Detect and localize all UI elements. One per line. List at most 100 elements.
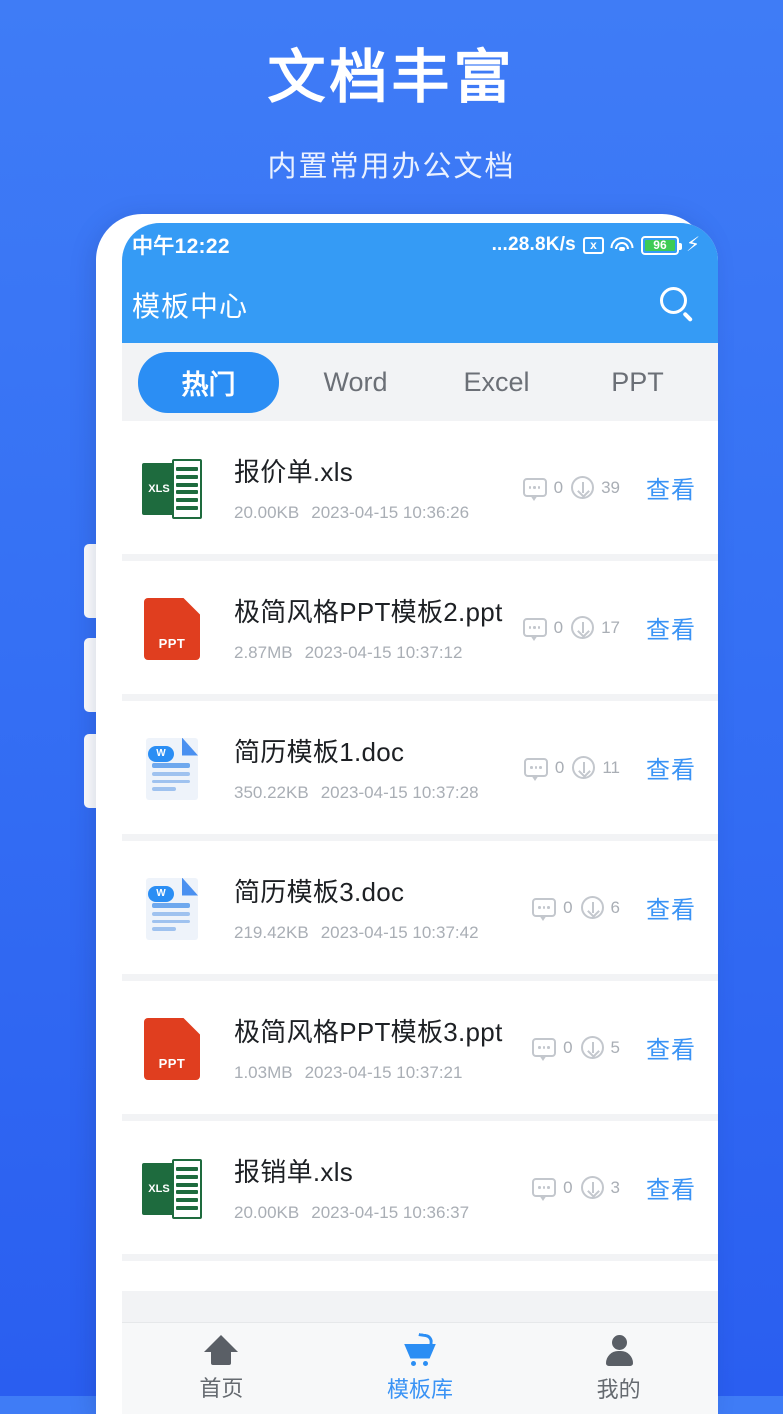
xls-file-icon: XLS <box>136 451 210 525</box>
file-info: 报价单.xls 20.00KB 2023-04-15 10:36:26 <box>210 452 523 523</box>
table-row[interactable]: PPT 极简风格PPT模板2.ppt 2.87MB 2023-04-15 10:… <box>122 561 718 694</box>
comment-stat: 0 <box>522 617 564 641</box>
download-icon <box>580 1176 604 1199</box>
tab-hot[interactable]: 热门 <box>138 351 279 413</box>
file-stats: 0 11 <box>523 756 620 781</box>
file-size: 20.00KB <box>234 1203 300 1222</box>
file-name: 极简风格PPT模板2.ppt <box>234 597 503 627</box>
file-stats: 0 17 <box>522 616 620 641</box>
xls-file-icon: XLS <box>136 1151 210 1225</box>
battery-level: 96 <box>644 239 675 251</box>
page-title: 文档丰富 <box>267 45 516 110</box>
file-date: 2023-04-15 10:37:21 <box>304 1063 463 1082</box>
comment-count: 0 <box>554 757 565 777</box>
file-date: 2023-04-15 10:36:37 <box>311 1203 470 1222</box>
charging-bolt-icon: ⚡ <box>685 234 700 256</box>
search-icon[interactable] <box>660 287 696 323</box>
file-meta: 2.87MB 2023-04-15 10:37:12 <box>234 643 523 663</box>
file-name: 简历模板3.doc <box>234 877 405 907</box>
template-list[interactable]: XLS 报价单.xls 20.00KB 2023-04-15 10:36:26 <box>122 421 718 1322</box>
table-row[interactable]: PPT 极简风格PPT模板3.ppt 1.03MB 2023-04-15 10:… <box>122 981 718 1114</box>
app-title-bar: 模板中心 <box>122 267 718 343</box>
comment-stat: 0 <box>532 897 573 921</box>
view-button[interactable]: 查看 <box>646 610 696 645</box>
comment-icon <box>532 1038 557 1061</box>
view-button[interactable]: 查看 <box>646 1170 696 1205</box>
file-size: 2.87MB <box>234 643 293 662</box>
person-icon <box>603 1334 635 1366</box>
cart-icon <box>402 1332 438 1366</box>
tab-ppt[interactable]: PPT <box>567 356 708 409</box>
file-size: 350.22KB <box>234 783 309 802</box>
file-meta: 20.00KB 2023-04-15 10:36:26 <box>234 503 523 523</box>
view-button[interactable]: 查看 <box>646 750 696 785</box>
view-button[interactable]: 查看 <box>646 890 696 925</box>
file-stats: 0 3 <box>532 1176 620 1201</box>
file-name: 简历模板1.doc <box>234 737 405 767</box>
nav-item-templates[interactable]: 模板库 <box>321 1332 520 1404</box>
download-stat: 17 <box>571 616 620 639</box>
download-icon <box>571 476 595 499</box>
file-info: 简历模板1.doc 350.22KB 2023-04-15 10:37:28 <box>210 732 524 803</box>
category-tabs: 热门 Word Excel PPT <box>122 343 718 421</box>
table-row-partial[interactable] <box>122 1261 718 1291</box>
file-size: 219.42KB <box>234 923 309 942</box>
comment-count: 0 <box>563 1177 573 1197</box>
x-box-icon: x <box>582 236 604 254</box>
file-name: 报价单.xls <box>234 457 354 487</box>
nav-label-home: 首页 <box>199 1375 244 1401</box>
tab-word[interactable]: Word <box>285 356 426 409</box>
table-row[interactable]: W 简历模板3.doc 219.42KB 2023-04-15 10:37:42 <box>122 841 718 974</box>
phone-screen: 中午12:22 ...28.8K/s x 96 ⚡ 模板中心 热门 Word E… <box>122 223 718 1414</box>
download-count: 11 <box>602 757 620 777</box>
download-count: 5 <box>610 1037 620 1057</box>
comment-count: 0 <box>563 897 573 917</box>
file-meta: 350.22KB 2023-04-15 10:37:28 <box>234 783 524 803</box>
file-date: 2023-04-15 10:36:26 <box>311 503 470 522</box>
comment-stat: 0 <box>532 1177 573 1201</box>
ppt-file-icon: PPT <box>136 1011 210 1085</box>
view-button[interactable]: 查看 <box>646 1030 696 1065</box>
file-stats: 0 39 <box>522 476 620 501</box>
comment-icon <box>532 898 557 921</box>
battery-icon: 96 <box>640 235 682 255</box>
file-size: 20.00KB <box>234 503 300 522</box>
table-row[interactable]: XLS 报销单.xls 20.00KB 2023-04-15 10:36:37 <box>122 1121 718 1254</box>
file-info: 简历模板3.doc 219.42KB 2023-04-15 10:37:42 <box>210 872 532 943</box>
tab-excel[interactable]: Excel <box>426 356 567 409</box>
table-row[interactable]: W 简历模板1.doc 350.22KB 2023-04-15 10:37:28 <box>122 701 718 834</box>
doc-file-icon: W <box>136 871 210 945</box>
nav-item-mine[interactable]: 我的 <box>519 1334 718 1404</box>
comment-count: 0 <box>553 477 564 497</box>
comment-count: 0 <box>563 1037 573 1057</box>
promo-header: 文档丰富 内置常用办公文档 <box>0 0 783 185</box>
wifi-icon <box>610 236 634 254</box>
download-count: 39 <box>601 477 620 497</box>
file-info: 极简风格PPT模板3.ppt 1.03MB 2023-04-15 10:37:2… <box>210 1012 532 1083</box>
file-info: 报销单.xls 20.00KB 2023-04-15 10:36:37 <box>210 1152 532 1223</box>
ppt-file-icon: PPT <box>136 591 210 665</box>
page-subtitle: 内置常用办公文档 <box>267 150 516 183</box>
file-meta: 20.00KB 2023-04-15 10:36:37 <box>234 1203 532 1223</box>
status-icons: ...28.8K/s x 96 ⚡ <box>492 234 700 256</box>
table-row[interactable]: XLS 报价单.xls 20.00KB 2023-04-15 10:36:26 <box>122 421 718 554</box>
comment-count: 0 <box>553 617 564 637</box>
download-icon <box>572 756 596 779</box>
file-meta: 219.42KB 2023-04-15 10:37:42 <box>234 923 532 943</box>
comment-icon <box>522 618 547 641</box>
download-count: 3 <box>610 1177 620 1197</box>
download-icon <box>580 896 604 919</box>
home-icon <box>204 1334 239 1365</box>
app-title: 模板中心 <box>132 291 249 322</box>
nav-item-home[interactable]: 首页 <box>122 1334 321 1403</box>
file-name: 报销单.xls <box>234 1157 354 1187</box>
doc-file-icon: W <box>136 731 210 805</box>
download-icon <box>571 616 595 639</box>
comment-icon <box>532 1178 557 1201</box>
comment-stat: 0 <box>532 1037 573 1061</box>
nav-label-mine: 我的 <box>596 1376 641 1402</box>
view-button[interactable]: 查看 <box>646 470 696 505</box>
status-time: 中午12:22 <box>132 235 230 258</box>
download-icon <box>580 1036 604 1059</box>
file-date: 2023-04-15 10:37:42 <box>320 923 479 942</box>
